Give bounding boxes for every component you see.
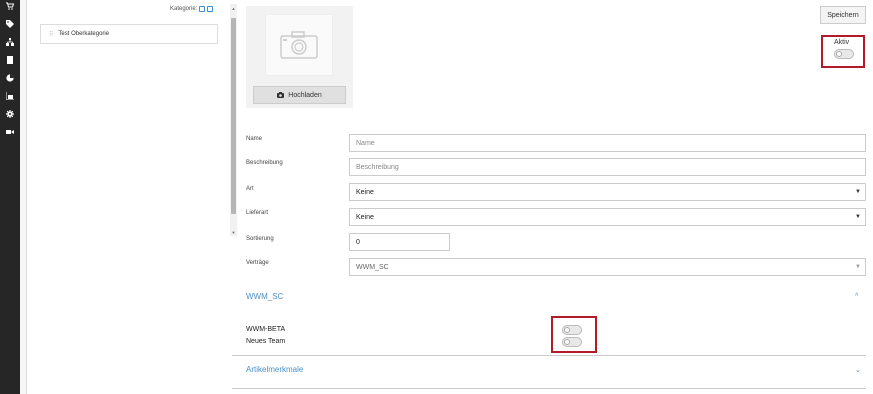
- sidebar-spacer: [20, 0, 27, 394]
- drag-handle-icon[interactable]: ⠿: [49, 31, 54, 38]
- sitemap-icon[interactable]: [6, 38, 14, 46]
- type-select-value: Keine: [356, 188, 374, 196]
- team-wwm-beta-toggle[interactable]: [562, 325, 582, 335]
- category-list-item[interactable]: ⠿ Test Oberkategorie: [40, 24, 218, 44]
- team-wwm-beta-label: WWM-BETA: [246, 326, 286, 333]
- category-item-label: Test Oberkategorie: [58, 31, 110, 37]
- toggle-knob: [836, 51, 842, 57]
- scroll-thumb[interactable]: [231, 18, 236, 214]
- image-placeholder: [265, 14, 333, 76]
- team-neues-team-label: Neues Team: [246, 338, 286, 345]
- tag-icon[interactable]: [6, 20, 14, 28]
- pie-chart-icon[interactable]: [6, 74, 14, 82]
- category-header-label: Kategorie:: [170, 6, 198, 12]
- type-select[interactable]: Keine ▼: [349, 183, 866, 201]
- caret-down-icon: ▼: [855, 189, 861, 195]
- section-divider: [232, 388, 866, 389]
- description-label: Beschreibung: [246, 160, 283, 166]
- category-header: Kategorie:: [170, 6, 214, 12]
- toggle-knob: [564, 339, 570, 345]
- image-panel: Hochladen: [246, 6, 353, 108]
- cart-icon[interactable]: [6, 2, 14, 10]
- aktiv-toggle[interactable]: [834, 49, 854, 59]
- caret-down-icon: ▼: [855, 264, 861, 270]
- type-label: Art: [246, 186, 254, 192]
- description-input[interactable]: Beschreibung: [349, 158, 866, 176]
- toggle-knob: [564, 327, 570, 333]
- upload-button[interactable]: Hochladen: [253, 86, 346, 104]
- sort-input[interactable]: 0: [349, 233, 450, 251]
- camera-placeholder-icon: [280, 31, 318, 59]
- camera-icon: [277, 92, 285, 98]
- section-wwm-title[interactable]: WWM_SC: [246, 292, 283, 301]
- delivery-select-value: Keine: [356, 213, 374, 221]
- contracts-label: Verträge: [246, 260, 269, 266]
- gear-icon[interactable]: [6, 110, 14, 118]
- name-label: Name: [246, 136, 263, 142]
- section-divider: [232, 355, 866, 356]
- scroll-down-arrow-icon[interactable]: ▼: [230, 230, 237, 236]
- contracts-select-value: WWM_SC: [356, 263, 389, 271]
- document-icon[interactable]: [6, 56, 14, 64]
- delivery-label: Lieferart: [246, 210, 269, 216]
- upload-button-label: Hochladen: [288, 91, 322, 99]
- scroll-up-arrow-icon[interactable]: ▲: [230, 6, 237, 12]
- category-scrollbar[interactable]: ▲ ▼: [230, 4, 237, 236]
- video-camera-icon[interactable]: [6, 128, 14, 136]
- delivery-select[interactable]: Keine ▼: [349, 208, 866, 226]
- contracts-select[interactable]: WWM_SC ▼: [349, 258, 866, 276]
- name-input[interactable]: Name: [349, 134, 866, 152]
- section-features-title[interactable]: Artikelmerkmale: [246, 365, 303, 374]
- chevron-down-icon[interactable]: ⌄: [855, 366, 861, 374]
- edit-icon[interactable]: [199, 6, 206, 12]
- add-icon[interactable]: [207, 6, 214, 12]
- caret-down-icon: ▼: [855, 214, 861, 220]
- bar-chart-icon[interactable]: [6, 92, 14, 100]
- team-neues-team-toggle[interactable]: [562, 337, 582, 347]
- sort-label: Sortierung: [246, 236, 274, 242]
- icon-sidebar: [0, 0, 20, 394]
- aktiv-label: Aktiv: [834, 39, 850, 46]
- chevron-up-icon[interactable]: ^: [855, 293, 858, 300]
- save-button[interactable]: Speichern: [820, 6, 866, 24]
